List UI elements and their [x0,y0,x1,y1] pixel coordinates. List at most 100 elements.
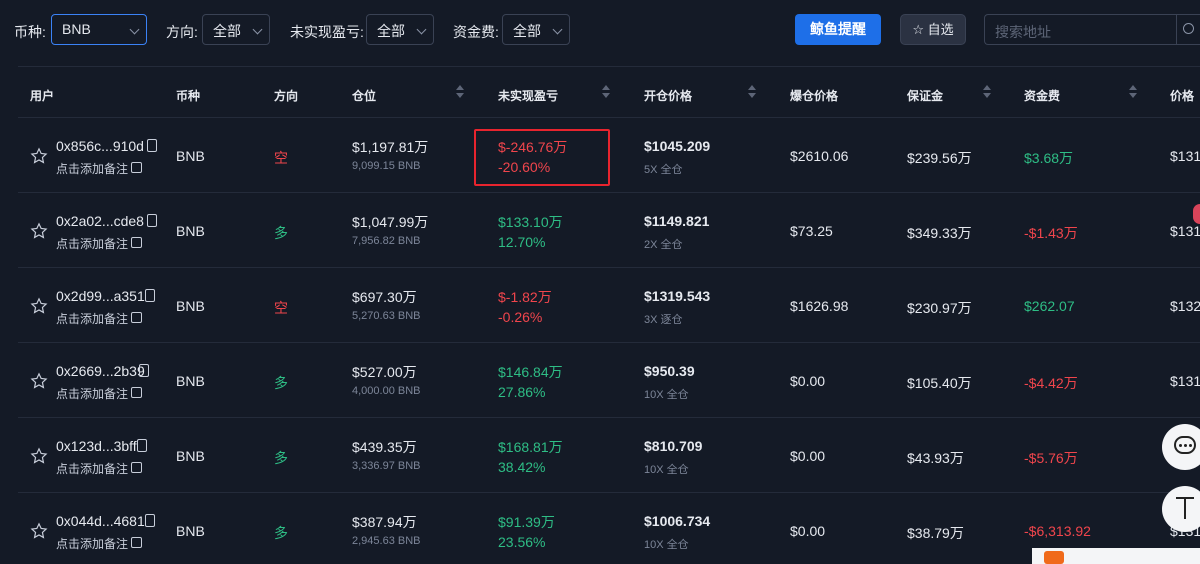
coin-filter-label: 币种: [14,24,46,40]
direction-cell: 多 [274,525,288,541]
margin-cell: $105.40万 [907,375,972,391]
col-position[interactable]: 仓位 [352,87,376,104]
liquidation-price: $73.25 [790,223,833,239]
coin-cell: BNB [176,448,205,464]
search-input[interactable]: 搜索地址 [984,14,1200,45]
sort-icon[interactable] [602,85,610,99]
col-price: 价格 [1170,89,1195,103]
chevron-down-icon [252,24,263,35]
pnl-select-value: 全部 [377,23,405,39]
table-row[interactable]: 0x2a02...cde8 点击添加备注 BNB 多 $1,047.99万 7,956.8… [18,193,1200,268]
coin-cell: BNB [176,148,205,164]
star-icon[interactable] [30,372,48,390]
sort-icon[interactable] [1129,85,1137,99]
position-value: $1,047.99万 [352,214,429,230]
add-note-link[interactable]: 点击添加备注 [56,385,128,402]
star-icon[interactable] [30,147,48,165]
liquidation-price: $1626.98 [790,298,849,314]
position-value: $1,197.81万 [352,139,429,155]
notification-badge[interactable] [1193,204,1200,224]
unrealized-pnl-percent: 12.70% [498,234,546,250]
table-row[interactable]: 0x044d...4681 点击添加备注 BNB 多 $387.94万 2,945.63 … [18,493,1200,564]
liquidation-price: $2610.06 [790,148,849,164]
col-funding[interactable]: 资金费 [1024,87,1060,104]
direction-cell: 多 [274,450,288,466]
edit-icon[interactable] [131,312,142,323]
add-note-link[interactable]: 点击添加备注 [56,160,128,177]
add-note-link[interactable]: 点击添加备注 [56,535,128,552]
copy-icon[interactable] [147,214,157,227]
pnl-filter-label: 未实现盈亏: [290,24,364,40]
col-unrealized-pnl[interactable]: 未实现盈亏 [498,87,558,104]
add-note-link[interactable]: 点击添加备注 [56,460,128,477]
add-note-link[interactable]: 点击添加备注 [56,235,128,252]
col-margin[interactable]: 保证金 [907,87,943,104]
user-address[interactable]: 0x856c...910d [56,138,144,154]
coin-select[interactable]: BNB [51,14,147,45]
unrealized-pnl-value: $-1.82万 [498,289,552,305]
user-address[interactable]: 0x123d...3bff [56,438,137,454]
funding-cell: $262.07 [1024,298,1075,314]
chevron-down-icon [552,24,563,35]
direction-select[interactable]: 全部 [202,14,270,45]
open-price: $1045.209 [644,138,711,154]
funding-cell: -$1.43万 [1024,225,1078,241]
copy-icon[interactable] [145,514,155,527]
direction-filter-label: 方向: [166,24,198,40]
copy-icon[interactable] [147,139,157,152]
funding-select[interactable]: 全部 [502,14,570,45]
leverage-mode: 10X 全仓 [644,389,689,401]
app-logo-icon[interactable] [1044,551,1064,564]
liquidation-price: $0.00 [790,448,826,464]
margin-cell: $230.97万 [907,300,972,316]
user-address[interactable]: 0x044d...4681 [56,513,145,529]
edit-icon[interactable] [131,237,142,248]
pnl-select[interactable]: 全部 [366,14,434,45]
unrealized-pnl-value: $133.10万 [498,214,563,230]
open-price: $1319.543 [644,288,711,304]
chat-button[interactable] [1162,424,1200,470]
table-row[interactable]: 0x123d...3bff 点击添加备注 BNB 多 $439.35万 3,336.97 … [18,418,1200,493]
add-note-link[interactable]: 点击添加备注 [56,310,128,327]
table-row[interactable]: 0x2669...2b39 点击添加备注 BNB 多 $527.00万 4,000.00 … [18,343,1200,418]
edit-icon[interactable] [131,537,142,548]
edit-icon[interactable] [131,462,142,473]
back-to-top-button[interactable] [1162,486,1200,532]
user-address[interactable]: 0x2a02...cde8 [56,213,144,229]
coin-cell: BNB [176,373,205,389]
table-row[interactable]: 0x2d99...a351 点击添加备注 BNB 空 $697.30万 5,270.63 … [18,268,1200,343]
star-icon[interactable] [30,222,48,240]
copy-icon[interactable] [145,289,155,302]
favorites-button[interactable]: ☆ 自选 [900,14,966,45]
search-button[interactable] [1176,14,1200,45]
position-value: $439.35万 [352,439,417,455]
user-address[interactable]: 0x2d99...a351 [56,288,145,304]
copy-icon[interactable] [137,439,147,452]
leverage-mode: 3X 逐仓 [644,314,683,326]
col-open-price[interactable]: 开仓价格 [644,87,692,104]
margin-cell: $239.56万 [907,150,972,166]
copy-icon[interactable] [139,364,149,377]
edit-icon[interactable] [131,162,142,173]
position-value: $697.30万 [352,289,417,305]
position-amount: 4,000.00 BNB [352,385,421,397]
user-address[interactable]: 0x2669...2b39 [56,363,145,379]
direction-cell: 空 [274,150,288,166]
col-liquidation-price: 爆仓价格 [790,89,839,103]
col-user: 用户 [30,89,55,103]
whale-alert-button[interactable]: 鲸鱼提醒 [795,14,881,45]
position-amount: 9,099.15 BNB [352,160,421,172]
edit-icon[interactable] [131,387,142,398]
star-icon[interactable] [30,447,48,465]
sort-icon[interactable] [456,85,464,99]
favorites-button-label: 自选 [927,22,954,37]
star-icon[interactable] [30,522,48,540]
sort-icon[interactable] [983,85,991,99]
sort-icon[interactable] [748,85,756,99]
unrealized-pnl-percent: 27.86% [498,384,546,400]
price-cell: $131 [1170,148,1200,164]
star-icon[interactable] [30,297,48,315]
direction-select-value: 全部 [213,23,241,39]
funding-cell: $3.68万 [1024,150,1074,166]
filter-bar: 币种: BNB 方向: 全部 未实现盈亏: 全部 资金费: 全部 鲸鱼提醒 ☆ … [0,0,1200,62]
